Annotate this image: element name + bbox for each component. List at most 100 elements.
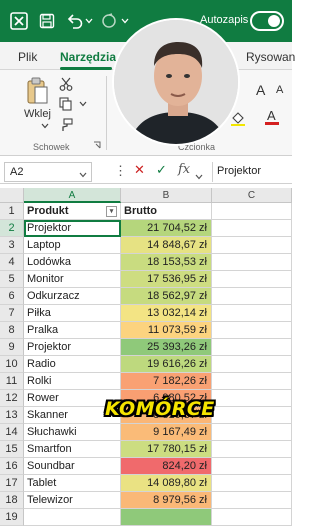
row-header[interactable]: 1	[0, 203, 24, 220]
product-cell[interactable]: Pralka	[24, 322, 121, 339]
gross-value-cell[interactable]: 19 616,26 zł	[121, 356, 212, 373]
column-header-a[interactable]: A	[24, 188, 121, 203]
row-header[interactable]: 9	[0, 339, 24, 356]
font-color-icon[interactable]: A	[264, 108, 280, 126]
product-cell[interactable]: Odkurzacz	[24, 288, 121, 305]
row-header[interactable]: 11	[0, 373, 24, 390]
product-cell[interactable]: Projektor	[24, 220, 121, 237]
table-cell[interactable]	[212, 492, 292, 509]
row-header[interactable]: 10	[0, 356, 24, 373]
column-header-c[interactable]: C	[212, 188, 292, 203]
product-cell[interactable]: Słuchawki	[24, 424, 121, 441]
copy-dropdown-icon[interactable]	[78, 100, 88, 108]
decrease-font-button[interactable]: A	[276, 84, 283, 96]
formula-input[interactable]: Projektor	[212, 162, 290, 182]
table-cell[interactable]	[212, 237, 292, 254]
table-cell[interactable]	[212, 441, 292, 458]
fill-color-icon[interactable]	[230, 110, 246, 126]
row-header[interactable]: 15	[0, 441, 24, 458]
table-cell[interactable]	[212, 220, 292, 237]
insert-function-button[interactable]: fx	[178, 162, 190, 177]
column-header-b[interactable]: B	[121, 188, 212, 203]
row-header[interactable]: 2	[0, 220, 24, 237]
dialog-launcher-icon[interactable]	[92, 140, 102, 150]
product-cell[interactable]: Projektor	[24, 339, 121, 356]
gross-value-cell[interactable]: 25 393,26 zł	[121, 339, 212, 356]
tab-draw[interactable]: Rysowan	[246, 50, 295, 64]
cancel-icon[interactable]: ✕	[134, 162, 145, 178]
product-cell[interactable]: Soundbar	[24, 458, 121, 475]
gross-value-cell[interactable]: 8 979,56 zł	[121, 492, 212, 509]
paste-dropdown-icon[interactable]	[40, 122, 50, 130]
row-header[interactable]: 7	[0, 305, 24, 322]
gross-value-cell[interactable]: 14 848,67 zł	[121, 237, 212, 254]
select-all-corner[interactable]	[0, 188, 24, 203]
table-cell[interactable]	[212, 288, 292, 305]
row-header[interactable]: 5	[0, 271, 24, 288]
copy-icon[interactable]	[58, 96, 74, 112]
row-header[interactable]: 6	[0, 288, 24, 305]
header-cell-produkt[interactable]: Produkt ▾	[24, 203, 121, 220]
redo-icon[interactable]	[100, 12, 118, 30]
product-cell[interactable]: Tablet	[24, 475, 121, 492]
gross-value-cell[interactable]: 7 182,26 zł	[121, 373, 212, 390]
table-cell[interactable]	[212, 390, 292, 407]
name-box-dropdown-icon[interactable]	[79, 169, 87, 181]
row-header[interactable]: 17	[0, 475, 24, 492]
table-cell[interactable]	[212, 203, 292, 220]
paste-label[interactable]: Wklej	[24, 108, 51, 120]
table-cell[interactable]	[212, 407, 292, 424]
table-cell[interactable]	[212, 475, 292, 492]
product-cell[interactable]: Telewizor	[24, 492, 121, 509]
undo-dropdown-icon[interactable]	[84, 12, 94, 30]
row-header[interactable]: 18	[0, 492, 24, 509]
fx-dropdown-icon[interactable]	[195, 168, 203, 183]
row-header[interactable]: 14	[0, 424, 24, 441]
gross-value-cell[interactable]: 14 089,80 zł	[121, 475, 212, 492]
gross-value-cell[interactable]: 824,20 zł	[121, 458, 212, 475]
table-cell[interactable]	[212, 305, 292, 322]
autosave-toggle[interactable]	[250, 11, 284, 31]
product-cell[interactable]: Rolki	[24, 373, 121, 390]
undo-icon[interactable]	[66, 12, 84, 30]
name-box[interactable]: A2	[4, 162, 92, 182]
gross-value-cell[interactable]: 18 562,97 zł	[121, 288, 212, 305]
confirm-icon[interactable]: ✓	[156, 162, 167, 178]
header-cell-brutto[interactable]: Brutto	[121, 203, 212, 220]
table-cell[interactable]	[212, 322, 292, 339]
product-cell[interactable]	[24, 509, 121, 526]
table-cell[interactable]	[212, 271, 292, 288]
filter-dropdown-icon[interactable]: ▾	[106, 206, 117, 217]
row-header[interactable]: 16	[0, 458, 24, 475]
row-header[interactable]: 19	[0, 509, 24, 526]
table-cell[interactable]	[212, 356, 292, 373]
row-header[interactable]: 12	[0, 390, 24, 407]
product-cell[interactable]: Monitor	[24, 271, 121, 288]
row-header[interactable]: 4	[0, 254, 24, 271]
table-cell[interactable]	[212, 339, 292, 356]
gross-value-cell[interactable]: 17 780,15 zł	[121, 441, 212, 458]
row-header[interactable]: 8	[0, 322, 24, 339]
table-cell[interactable]	[212, 424, 292, 441]
row-header[interactable]: 3	[0, 237, 24, 254]
save-icon[interactable]	[38, 12, 56, 30]
row-header[interactable]: 13	[0, 407, 24, 424]
gross-value-cell[interactable]: 11 073,59 zł	[121, 322, 212, 339]
tab-file[interactable]: Plik	[18, 50, 37, 64]
table-cell[interactable]	[212, 509, 292, 526]
gross-value-cell[interactable]: 18 153,53 zł	[121, 254, 212, 271]
product-cell[interactable]: Radio	[24, 356, 121, 373]
paste-icon[interactable]	[24, 76, 50, 106]
gross-value-cell[interactable]: 9 167,49 zł	[121, 424, 212, 441]
table-cell[interactable]	[212, 458, 292, 475]
format-painter-icon[interactable]	[58, 117, 74, 133]
table-cell[interactable]	[212, 373, 292, 390]
increase-font-button[interactable]: A	[256, 82, 265, 98]
product-cell[interactable]: Piłka	[24, 305, 121, 322]
product-cell[interactable]: Lodówka	[24, 254, 121, 271]
gross-value-cell[interactable]: 17 536,95 zł	[121, 271, 212, 288]
product-cell[interactable]: Laptop	[24, 237, 121, 254]
redo-dropdown-icon[interactable]	[120, 12, 130, 30]
cut-icon[interactable]	[58, 76, 74, 92]
table-cell[interactable]	[212, 254, 292, 271]
